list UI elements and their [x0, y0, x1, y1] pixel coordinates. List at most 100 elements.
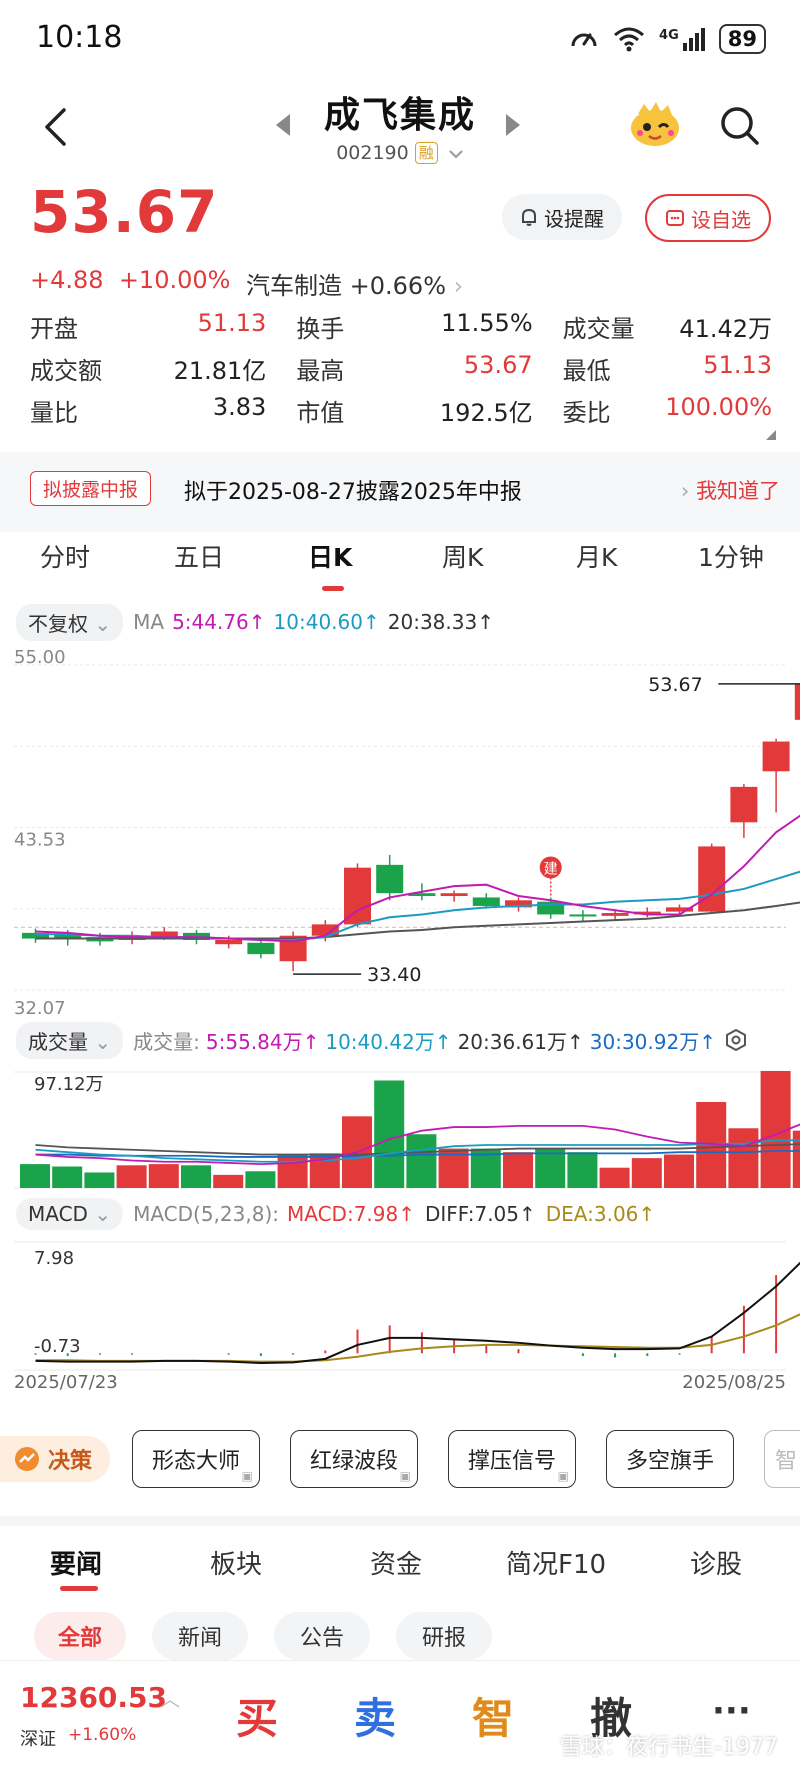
vol30-value: 30:30.92万↑: [589, 1029, 716, 1054]
notice-text: 拟于2025-08-27披露2025年中报: [184, 480, 522, 505]
tab-diagnosis[interactable]: 诊股: [690, 1544, 742, 1581]
tab-profile-f10[interactable]: 简况F10: [506, 1544, 606, 1581]
tool-bull-bear-flag[interactable]: 多空旗手: [606, 1430, 734, 1488]
stat-cell: 最低 51.13: [563, 351, 772, 386]
change-percent: +10.00%: [118, 266, 231, 294]
decision-button[interactable]: 决策: [0, 1436, 110, 1482]
ma-label: MA: [133, 610, 165, 634]
marker-label: 建: [544, 861, 558, 877]
news-tabs: 要闻 板块 资金 简况F10 诊股: [0, 1536, 800, 1596]
stat-cell: 市值 192.5亿: [296, 393, 532, 428]
back-button[interactable]: [30, 102, 80, 152]
mascot-icon[interactable]: [628, 100, 682, 148]
max-price-label: 53.67: [648, 674, 702, 696]
buy-button[interactable]: 买: [236, 1685, 278, 1746]
set-alert-button[interactable]: 设提醒: [502, 194, 622, 240]
lock-icon: ▣: [399, 1469, 411, 1483]
decision-icon: [15, 1447, 39, 1471]
tab-monthly-k[interactable]: 月K: [576, 538, 617, 574]
volume-bar: [213, 1174, 244, 1188]
sell-button[interactable]: 卖: [354, 1685, 396, 1746]
stock-name: 成飞集成: [323, 95, 476, 136]
vol5-value: 5:55.84万↑: [205, 1029, 320, 1054]
candlestick-chart[interactable]: 55.00 43.53 32.07 53.67 33.40 建: [0, 645, 800, 1020]
candle-body: [569, 914, 597, 917]
news-filter: 全部 新闻 公告 研报: [0, 1608, 800, 1664]
tab-funds[interactable]: 资金: [370, 1544, 422, 1581]
tab-one-minute[interactable]: 1分钟: [698, 538, 764, 574]
volume-legend: 成交量 ⌄ 成交量: 5:55.84万↑ 10:40.42万↑ 20:36.61…: [16, 1021, 786, 1059]
tab-daily-k[interactable]: 日K: [308, 538, 352, 574]
notice-dismiss-link[interactable]: › 我知道了: [681, 475, 780, 505]
tool-label: 红绿波段: [309, 1449, 398, 1474]
tool-label: 撑压信号: [467, 1449, 556, 1474]
filter-research[interactable]: 研报: [396, 1612, 492, 1660]
signal-icon: 4G: [659, 27, 705, 51]
filter-news[interactable]: 新闻: [152, 1612, 248, 1660]
stat-label: 市值: [296, 398, 345, 427]
tool-smart[interactable]: 智: [764, 1430, 800, 1488]
notice-dismiss-label: 我知道了: [696, 479, 780, 503]
sector-link[interactable]: 汽车制造 +0.66% ›: [246, 266, 463, 301]
index-value[interactable]: 12360.53: [20, 1681, 167, 1714]
adjust-selector[interactable]: 不复权 ⌄: [16, 603, 124, 641]
tool-label: 多空旗手: [625, 1449, 714, 1474]
stat-value: 53.67: [463, 350, 533, 379]
tool-red-green-band[interactable]: 红绿波段 ▣: [290, 1430, 418, 1488]
news-tab-indicator: [60, 1586, 98, 1591]
stat-value: 41.42万: [679, 314, 773, 343]
candle-body: [762, 741, 790, 772]
tool-support-pressure[interactable]: 撑压信号 ▣: [448, 1430, 576, 1488]
ma5-value: 5:44.76↑: [172, 610, 266, 634]
volume-bar: [567, 1152, 598, 1188]
wifi-icon: [614, 27, 645, 52]
filter-all[interactable]: 全部: [34, 1612, 126, 1660]
y-axis-label: 55.00: [14, 647, 66, 668]
diff-value: DIFF:7.05↑: [424, 1202, 536, 1226]
filter-announcements[interactable]: 公告: [274, 1612, 370, 1660]
stat-cell: 开盘 51.13: [30, 309, 266, 344]
stat-label: 开盘: [30, 314, 78, 343]
index-change: +1.60%: [68, 1725, 137, 1745]
tool-pattern-master[interactable]: 形态大师 ▣: [132, 1430, 260, 1488]
stat-value: 3.83: [212, 392, 267, 421]
sector-name: 汽车制造: [246, 272, 342, 300]
lock-icon: ▣: [241, 1469, 253, 1483]
search-button[interactable]: [718, 104, 762, 148]
stat-label: 量比: [30, 398, 78, 427]
candle-body: [601, 913, 629, 916]
tab-headlines[interactable]: 要闻: [50, 1544, 102, 1581]
stat-cell: 换手 11.55%: [296, 309, 532, 344]
volume-bar: [84, 1172, 115, 1188]
current-price: 53.67: [30, 178, 219, 246]
stat-cell: 最高 53.67: [296, 351, 532, 386]
status-time: 10:18: [36, 20, 123, 55]
ma-legend: 不复权 ⌄ MA 5:44.76↑ 10:40.60↑ 20:38.33↑: [16, 603, 786, 641]
smart-order-button[interactable]: 智: [472, 1685, 514, 1746]
macd-chart[interactable]: 7.98 -0.73: [0, 1234, 800, 1394]
candle-body: [344, 867, 371, 925]
tab-intraday[interactable]: 分时: [40, 538, 90, 574]
lock-icon: ▣: [557, 1469, 569, 1483]
stat-cell: 成交额 21.81亿: [30, 351, 266, 386]
more-button[interactable]: ···: [712, 1691, 751, 1731]
volume-bar: [245, 1171, 276, 1188]
candle-body: [215, 939, 243, 945]
volume-chart[interactable]: 97.12万0: [0, 1062, 800, 1192]
volume-bar: [116, 1165, 147, 1188]
expand-corner-icon[interactable]: [766, 430, 776, 440]
macd-selector[interactable]: MACD ⌄: [16, 1198, 124, 1230]
chevron-right-icon: ›: [453, 272, 464, 300]
chevron-down-icon[interactable]: [448, 149, 464, 159]
tab-sector[interactable]: 板块: [210, 1544, 262, 1581]
volume-selector[interactable]: 成交量 ⌄: [16, 1021, 124, 1059]
settings-icon[interactable]: [724, 1028, 748, 1052]
volume-bar: [664, 1154, 694, 1188]
stock-code-row: 002190 融: [250, 142, 550, 164]
add-watchlist-label: 设自选: [691, 207, 751, 232]
chevron-up-icon: ︿: [160, 1687, 180, 1711]
add-watchlist-button[interactable]: 设自选: [645, 194, 771, 242]
stat-label: 最高: [296, 356, 345, 385]
tab-weekly-k[interactable]: 周K: [442, 538, 483, 574]
tab-five-day[interactable]: 五日: [174, 538, 224, 574]
